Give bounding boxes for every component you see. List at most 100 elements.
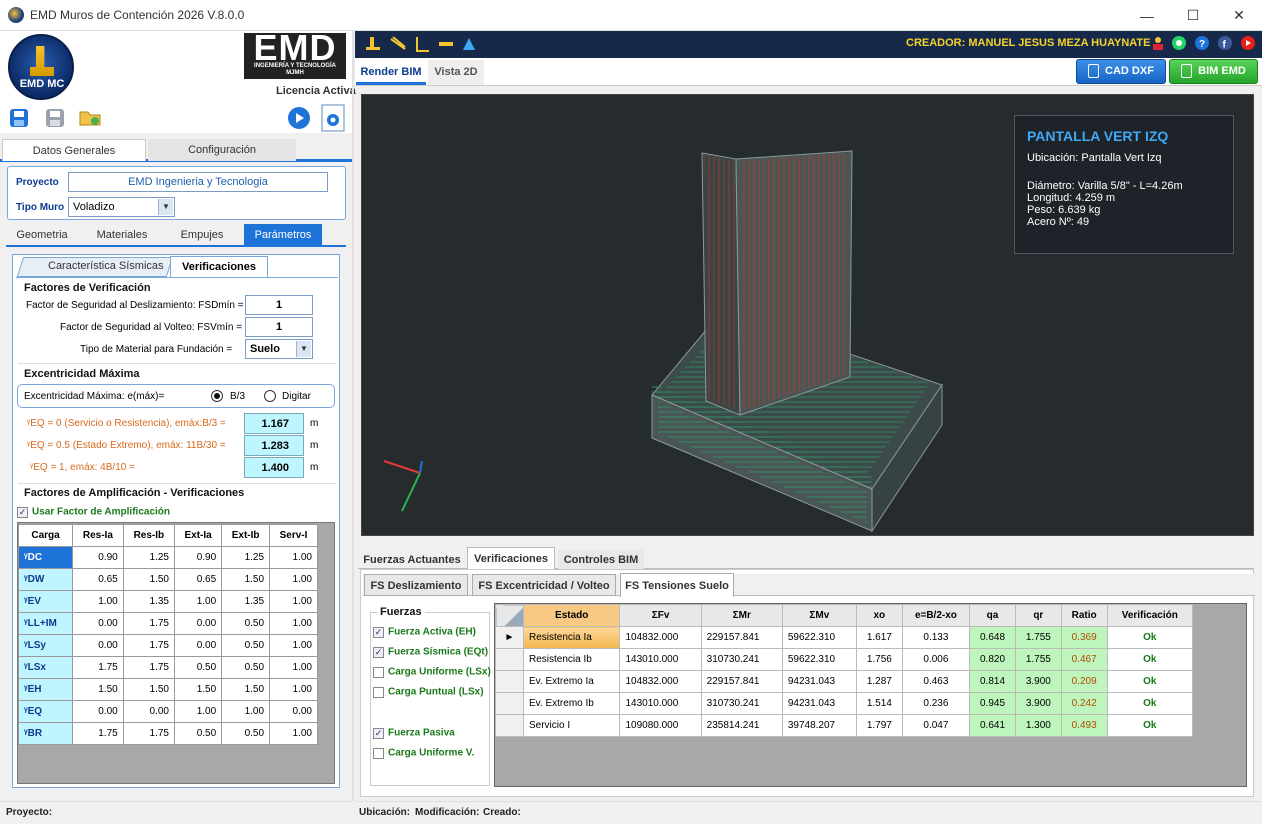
column-header[interactable]: Ext-Ia bbox=[173, 524, 223, 547]
ratio-cell[interactable]: 0.493 bbox=[1060, 714, 1108, 737]
verificacion-cell[interactable]: Ok bbox=[1106, 648, 1194, 671]
e-cell[interactable]: 0.006 bbox=[901, 648, 971, 671]
radio-b3[interactable] bbox=[211, 390, 223, 402]
load-factor-cell[interactable]: 1.00 bbox=[269, 656, 318, 679]
tab-verificaciones[interactable]: Verificaciones bbox=[170, 256, 268, 277]
load-factor-cell[interactable]: 0.90 bbox=[173, 546, 223, 569]
column-header[interactable]: e=B/2-xo bbox=[901, 604, 971, 627]
tab-datos-generales[interactable]: Datos Generales bbox=[2, 139, 146, 161]
row-header[interactable] bbox=[495, 692, 524, 715]
mv-cell[interactable]: 59622.310 bbox=[781, 648, 857, 671]
load-factor-cell[interactable]: 1.50 bbox=[122, 678, 176, 701]
mr-cell[interactable]: 310730.241 bbox=[700, 648, 783, 671]
save-icon[interactable] bbox=[44, 107, 66, 129]
load-factor-cell[interactable]: 1.35 bbox=[122, 590, 176, 613]
table-row[interactable]: ► Resistencia Ia 104832.000 229157.841 59622… bbox=[495, 626, 1194, 649]
qr-cell[interactable]: 1.300 bbox=[1014, 714, 1062, 737]
e-cell[interactable]: 0.047 bbox=[901, 714, 971, 737]
load-factor-cell[interactable]: 0.50 bbox=[221, 634, 271, 657]
fv-cell[interactable]: 143010.000 bbox=[619, 648, 702, 671]
ratio-cell[interactable]: 0.467 bbox=[1060, 648, 1108, 671]
load-factor-cell[interactable]: 1.25 bbox=[122, 546, 176, 569]
column-header[interactable]: Verificación bbox=[1106, 604, 1194, 627]
checkbox-checked-icon[interactable]: ✓ bbox=[373, 646, 384, 658]
bim-emd-button[interactable]: BIM EMD bbox=[1169, 59, 1258, 84]
tab-fs-tensiones[interactable]: FS Tensiones Suelo bbox=[620, 573, 734, 597]
mv-cell[interactable]: 39748.207 bbox=[781, 714, 857, 737]
column-header[interactable]: Ext-Ib bbox=[221, 524, 271, 547]
rebar-tool-icon[interactable] bbox=[389, 35, 407, 56]
fv-cell[interactable]: 104832.000 bbox=[619, 670, 702, 693]
youtube-icon[interactable] bbox=[1240, 35, 1256, 54]
row-header[interactable] bbox=[495, 670, 524, 693]
column-header[interactable]: Ratio bbox=[1060, 604, 1108, 627]
tab-vista-2d[interactable]: Vista 2D bbox=[428, 60, 484, 85]
load-factor-cell[interactable]: 0.00 bbox=[173, 612, 223, 635]
tab-configuracion[interactable]: Configuración bbox=[148, 139, 296, 161]
load-factor-cell[interactable]: 1.00 bbox=[173, 700, 223, 723]
load-factor-cell[interactable]: 1.75 bbox=[122, 612, 176, 635]
whatsapp-icon[interactable] bbox=[1171, 35, 1187, 54]
estado-cell[interactable]: Resistencia Ib bbox=[522, 648, 621, 671]
fsd-input[interactable]: 1 bbox=[245, 295, 313, 315]
qr-cell[interactable]: 3.900 bbox=[1014, 692, 1062, 715]
maximize-button[interactable]: ☐ bbox=[1170, 0, 1216, 31]
table-row[interactable]: Ev. Extremo Ia 104832.000 229157.841 94231.… bbox=[495, 670, 1194, 693]
radio-digitar[interactable] bbox=[264, 390, 276, 402]
e-cell[interactable]: 0.236 bbox=[901, 692, 971, 715]
load-factor-cell[interactable]: 1.00 bbox=[173, 590, 223, 613]
qa-cell[interactable]: 0.945 bbox=[969, 692, 1016, 715]
load-factor-cell[interactable]: 1.75 bbox=[122, 722, 176, 745]
amplification-checkbox-row[interactable]: ✓ Usar Factor de Amplificación bbox=[17, 506, 170, 518]
load-factor-cell[interactable]: 0.00 bbox=[72, 634, 124, 657]
column-header[interactable]: Carga bbox=[17, 524, 74, 547]
fv-cell[interactable]: 143010.000 bbox=[619, 692, 702, 715]
wall-type-select[interactable]: Voladizo ▼ bbox=[68, 197, 175, 217]
load-factor-cell[interactable]: 1.50 bbox=[173, 678, 223, 701]
load-factor-cell[interactable]: 1.75 bbox=[72, 656, 124, 679]
qr-cell[interactable]: 1.755 bbox=[1014, 648, 1062, 671]
tab-fuerzas-actuantes[interactable]: Fuerzas Actuantes bbox=[360, 550, 464, 570]
preview-icon[interactable] bbox=[320, 104, 345, 132]
xo-cell[interactable]: 1.514 bbox=[855, 692, 903, 715]
row-header[interactable] bbox=[495, 648, 524, 671]
column-header[interactable]: qa bbox=[969, 604, 1016, 627]
load-factor-cell[interactable]: 0.65 bbox=[173, 568, 223, 591]
load-factor-cell[interactable]: 0.00 bbox=[173, 634, 223, 657]
qr-cell[interactable]: 3.900 bbox=[1014, 670, 1062, 693]
wall-tool-icon[interactable] bbox=[364, 35, 382, 56]
load-factor-cell[interactable]: 1.50 bbox=[122, 568, 176, 591]
ratio-cell[interactable]: 0.209 bbox=[1060, 670, 1108, 693]
tab-materiales[interactable]: Materiales bbox=[84, 225, 160, 245]
row-pointer-icon[interactable]: ► bbox=[495, 626, 524, 649]
tab-geometria[interactable]: Geometria bbox=[6, 225, 78, 245]
tab-render-bim[interactable]: Render BIM bbox=[356, 60, 426, 85]
row-header[interactable] bbox=[495, 714, 524, 737]
column-header[interactable]: Estado bbox=[522, 604, 621, 627]
ratio-cell[interactable]: 0.242 bbox=[1060, 692, 1108, 715]
load-factor-cell[interactable]: 0.50 bbox=[173, 656, 223, 679]
load-factor-cell[interactable]: 1.00 bbox=[269, 722, 318, 745]
load-factor-cell[interactable]: 1.00 bbox=[72, 590, 124, 613]
play-icon[interactable] bbox=[287, 106, 310, 129]
column-header[interactable]: Res-Ia bbox=[72, 524, 124, 547]
verificacion-cell[interactable]: Ok bbox=[1106, 692, 1194, 715]
fsv-input[interactable]: 1 bbox=[245, 317, 313, 337]
checkbox-checked-icon[interactable]: ✓ bbox=[373, 626, 384, 638]
mv-cell[interactable]: 59622.310 bbox=[781, 626, 857, 649]
force-checkbox-row[interactable]: ✓ Fuerza Pasiva bbox=[373, 727, 455, 739]
facebook-icon[interactable]: f bbox=[1217, 35, 1233, 54]
checkbox-checked-icon[interactable]: ✓ bbox=[373, 727, 384, 739]
project-name-input[interactable]: EMD Ingenieria y Tecnologia bbox=[68, 172, 328, 192]
mr-cell[interactable]: 310730.241 bbox=[700, 692, 783, 715]
load-factor-cell[interactable]: 1.35 bbox=[221, 590, 271, 613]
tab-empujes[interactable]: Empujes bbox=[166, 225, 238, 245]
load-factor-cell[interactable]: 0.50 bbox=[173, 722, 223, 745]
load-factor-cell[interactable]: 1.00 bbox=[269, 546, 318, 569]
load-factor-cell[interactable]: 0.90 bbox=[72, 546, 124, 569]
force-checkbox-row[interactable]: ✓ Fuerza Sísmica (EQt) bbox=[373, 646, 488, 658]
splitter[interactable] bbox=[352, 31, 354, 801]
load-factor-cell[interactable]: 0.00 bbox=[72, 700, 124, 723]
column-header[interactable]: Res-Ib bbox=[122, 524, 176, 547]
checkbox-unchecked-icon[interactable] bbox=[373, 686, 384, 698]
